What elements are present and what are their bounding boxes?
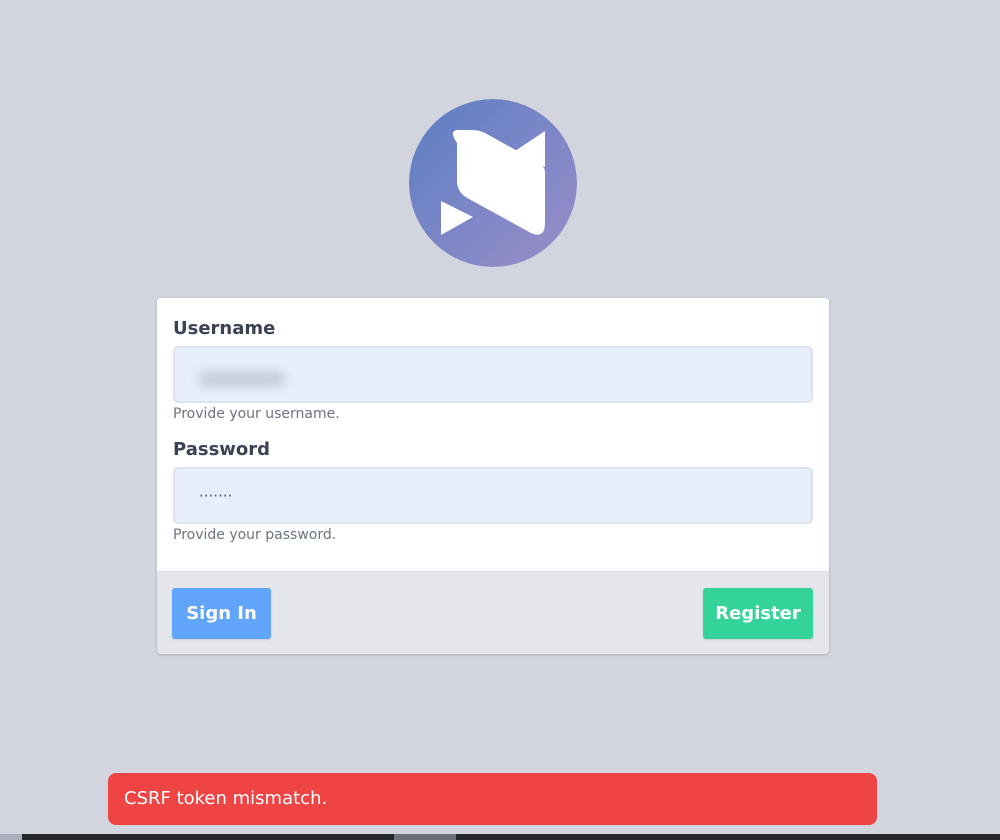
password-input[interactable] (173, 467, 813, 524)
username-help: Provide your username. (173, 406, 340, 422)
password-help: Provide your password. (173, 527, 337, 543)
brand-logo-icon (409, 99, 577, 267)
horizontal-scrollbar[interactable] (0, 834, 1000, 840)
error-toast: CSRF token mismatch. (108, 773, 877, 825)
login-form: Username Provide your username. Password… (157, 298, 829, 571)
scrollbar-track-edge (0, 834, 22, 840)
register-button[interactable]: Register (703, 588, 813, 639)
login-card: Username Provide your username. Password… (157, 298, 829, 654)
password-label: Password (173, 439, 271, 460)
scrollbar-thumb[interactable] (394, 834, 456, 840)
card-footer: Sign In Register (157, 571, 829, 654)
login-page: Username Provide your username. Password… (0, 0, 1000, 840)
sign-in-button[interactable]: Sign In (172, 588, 271, 639)
username-label: Username (173, 318, 276, 339)
error-toast-message: CSRF token mismatch. (124, 788, 328, 809)
username-input[interactable] (173, 346, 813, 403)
